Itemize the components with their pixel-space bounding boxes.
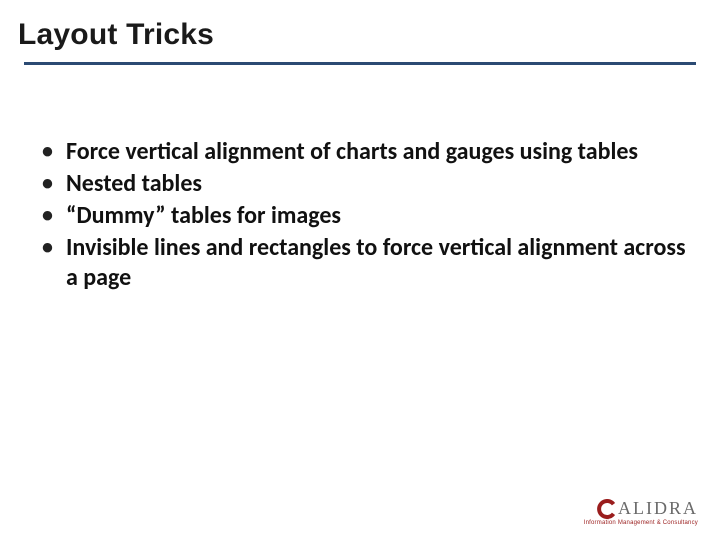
slide: Layout Tricks Force vertical alignment o… [0,0,720,540]
bullet-item: Force vertical alignment of charts and g… [38,137,696,167]
bullet-list: Force vertical alignment of charts and g… [38,137,696,293]
footer-logo: ALIDRA Information Management & Consulta… [584,498,698,526]
slide-content: Force vertical alignment of charts and g… [24,137,696,293]
bullet-item: Invisible lines and rectangles to force … [38,233,696,293]
bullet-item: “Dummy” tables for images [38,201,696,231]
bullet-item: Nested tables [38,169,696,199]
logo-main: ALIDRA [584,498,698,519]
logo-tagline: Information Management & Consultancy [584,520,698,526]
logo-c-icon [597,499,617,519]
logo-text: ALIDRA [618,498,698,519]
slide-title: Layout Tricks [18,18,696,52]
title-underline [24,62,696,65]
